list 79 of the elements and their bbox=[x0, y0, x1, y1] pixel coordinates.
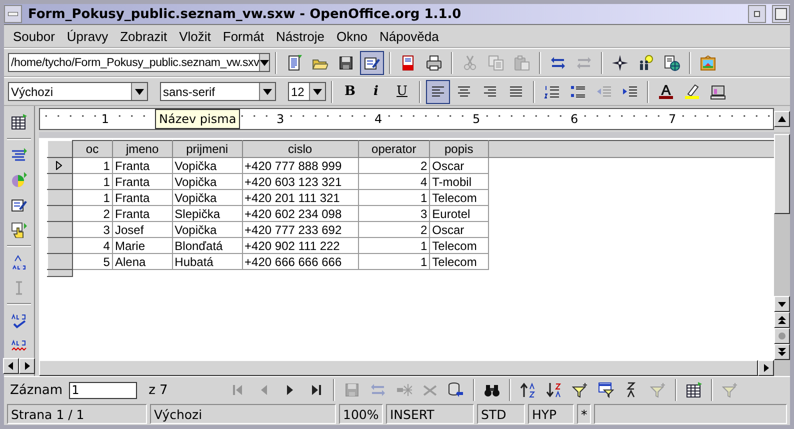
status-field: 100% bbox=[339, 404, 383, 424]
format-button[interactable]: i bbox=[364, 80, 388, 104]
table-cell: +420 603 123 321 bbox=[242, 174, 358, 190]
table-cell: 1 bbox=[358, 254, 430, 270]
table-cell: 3 bbox=[358, 206, 430, 222]
record-label: Záznam bbox=[10, 382, 63, 398]
table-cell: Vopička bbox=[172, 222, 242, 238]
table-cell: Oscar bbox=[430, 222, 488, 238]
table-cell: 2 bbox=[72, 206, 112, 222]
table-cell: Telecom bbox=[430, 238, 488, 254]
status-field: INSERT bbox=[386, 404, 474, 424]
table-cell: Franta bbox=[112, 206, 172, 222]
font-size-dropdown[interactable]: 12 bbox=[288, 82, 326, 101]
ruler-number: 5 bbox=[470, 112, 482, 126]
status-field: HYP bbox=[528, 404, 574, 424]
table-cell: Franta bbox=[112, 190, 172, 206]
table-cell: 1 bbox=[358, 190, 430, 206]
column-header[interactable]: prijmeni bbox=[172, 140, 242, 158]
ruler-number: 6 bbox=[568, 112, 580, 126]
tooltip: Název pisma bbox=[155, 109, 240, 129]
url-field[interactable]: /home/tycho/Form_Pokusy_public.seznam_vw.sxv bbox=[8, 53, 270, 72]
table-cell: Blonďatá bbox=[172, 238, 242, 254]
ruler-number: 3 bbox=[274, 112, 286, 126]
table-cell: Telecom bbox=[430, 190, 488, 206]
table-cell: Marie bbox=[112, 238, 172, 254]
window-title: Form_Pokusy_public.seznam_vw.sxw - OpenOffice.org 1.1.0 bbox=[28, 6, 462, 22]
table-cell: +420 902 111 222 bbox=[242, 238, 358, 254]
table-cell: Eurotel bbox=[430, 206, 488, 222]
table-cell: Slepička bbox=[172, 206, 242, 222]
table-cell: Vopička bbox=[172, 190, 242, 206]
table-cell: 3 bbox=[72, 222, 112, 238]
table-cell: Franta bbox=[112, 158, 172, 174]
table-cell: +420 602 234 098 bbox=[242, 206, 358, 222]
table-cell: 1 bbox=[358, 238, 430, 254]
table-cell: Vopička bbox=[172, 174, 242, 190]
table-cell: 1 bbox=[72, 174, 112, 190]
table-cell: T-mobil bbox=[430, 174, 488, 190]
ruler-number: 4 bbox=[372, 112, 384, 126]
status-field: STD bbox=[477, 404, 525, 424]
column-header[interactable]: jmeno bbox=[112, 140, 172, 158]
table-cell: Hubatá bbox=[172, 254, 242, 270]
column-header[interactable]: cislo bbox=[242, 140, 358, 158]
table-cell: Alena bbox=[112, 254, 172, 270]
table-cell: Vopička bbox=[172, 158, 242, 174]
menu-item[interactable]: Nástroje bbox=[271, 26, 330, 46]
table-cell: +420 777 233 692 bbox=[242, 222, 358, 238]
status-field: Strana 1 / 1 bbox=[7, 404, 147, 424]
menu-item[interactable]: Formát bbox=[218, 26, 270, 46]
column-header[interactable]: popis bbox=[430, 140, 488, 158]
table-cell: Telecom bbox=[430, 254, 488, 270]
format-button[interactable]: B bbox=[338, 80, 362, 104]
menu-item[interactable]: Zobrazit bbox=[115, 26, 172, 46]
style-dropdown[interactable]: Výchozi bbox=[8, 82, 148, 101]
font-dropdown[interactable]: sans-serif bbox=[160, 82, 276, 101]
menu-item[interactable]: Úpravy bbox=[62, 26, 114, 46]
column-header[interactable]: oc bbox=[72, 140, 112, 158]
table-cell: 4 bbox=[358, 174, 430, 190]
format-button[interactable]: U bbox=[390, 80, 414, 104]
menu-item[interactable]: Nápověda bbox=[374, 26, 444, 46]
menu-item[interactable]: Okno bbox=[331, 26, 373, 46]
table-cell: +420 666 666 666 bbox=[242, 254, 358, 270]
table-cell: 2 bbox=[358, 222, 430, 238]
status-field: Výchozi bbox=[150, 404, 336, 424]
record-field[interactable]: 1 bbox=[68, 382, 137, 398]
status-field: * bbox=[577, 404, 591, 424]
column-header[interactable]: operator bbox=[358, 140, 430, 158]
table-cell: Josef bbox=[112, 222, 172, 238]
table-cell: 2 bbox=[358, 158, 430, 174]
ruler-number: 7 bbox=[666, 112, 678, 126]
menu-item[interactable]: Soubor bbox=[8, 26, 60, 46]
menu-item[interactable]: Vložit bbox=[174, 26, 216, 46]
table-cell: 4 bbox=[72, 238, 112, 254]
table-cell: Oscar bbox=[430, 158, 488, 174]
table-cell: Franta bbox=[112, 174, 172, 190]
record-count: z 7 bbox=[148, 382, 168, 398]
table-cell: 1 bbox=[72, 190, 112, 206]
table-cell: +420 201 111 321 bbox=[242, 190, 358, 206]
table-cell: 5 bbox=[72, 254, 112, 270]
table-cell: +420 777 888 999 bbox=[242, 158, 358, 174]
